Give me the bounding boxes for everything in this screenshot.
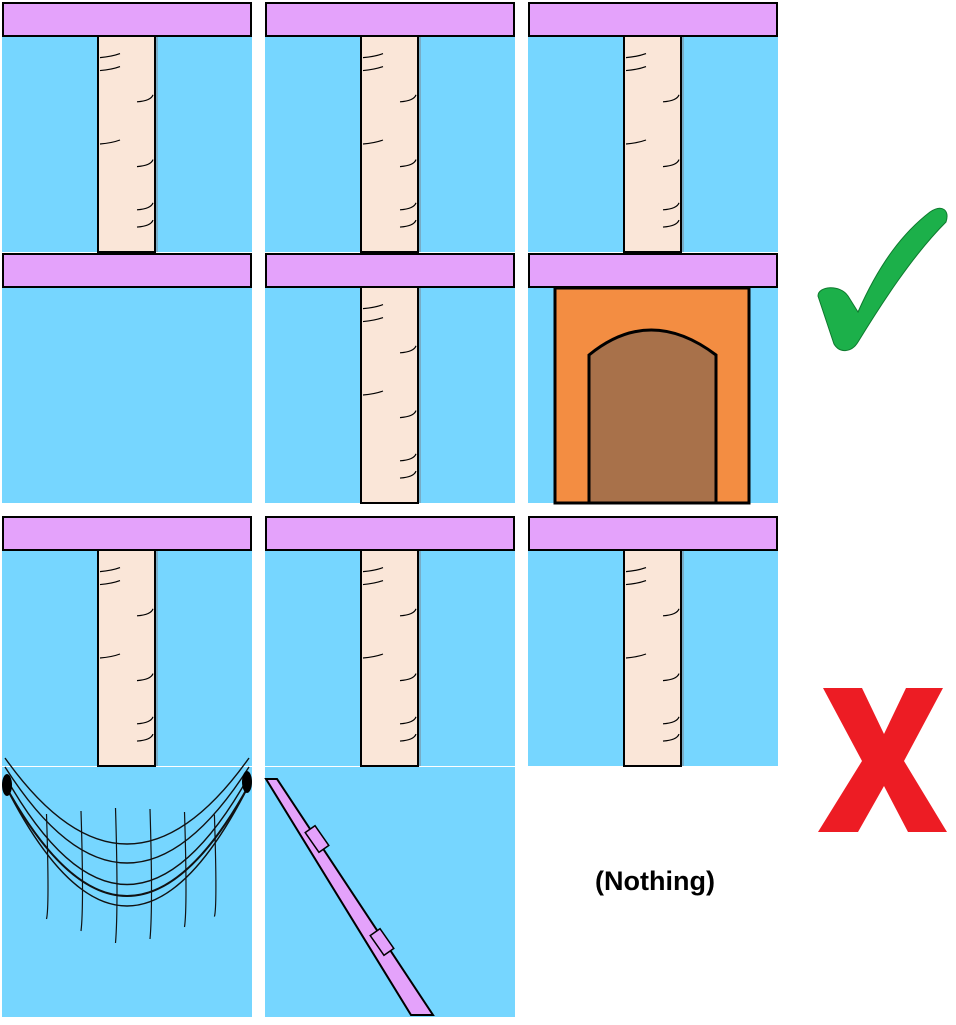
scratching-post <box>623 35 684 253</box>
scratching-post <box>360 549 421 767</box>
platform <box>2 2 252 37</box>
platform <box>528 2 778 37</box>
house-door <box>587 328 718 505</box>
check-mark-icon <box>817 207 948 351</box>
scratching-post <box>97 549 158 767</box>
platform <box>2 253 252 288</box>
scratching-post <box>360 35 421 253</box>
platform <box>265 516 515 551</box>
tile-grid <box>2 2 778 1017</box>
puzzle-canvas: (Nothing) <box>2 2 948 1017</box>
sky-background <box>2 767 252 1017</box>
cross-mark-icon <box>818 688 947 832</box>
hook <box>242 771 252 793</box>
cat-house <box>553 286 751 505</box>
platform <box>265 253 515 288</box>
scratching-post <box>360 286 421 504</box>
platform <box>265 2 515 37</box>
platform <box>2 516 252 551</box>
sky-background <box>2 253 252 503</box>
scratching-post <box>623 549 684 767</box>
hook <box>2 774 12 796</box>
platform <box>528 516 778 551</box>
platform <box>528 253 778 288</box>
nothing-label: (Nothing) <box>595 866 715 896</box>
scratching-post <box>97 35 158 253</box>
